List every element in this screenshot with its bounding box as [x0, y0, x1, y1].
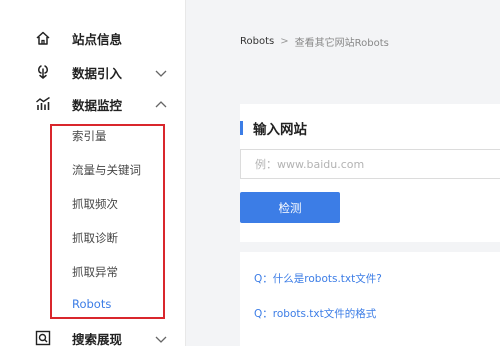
sidebar-item-label: 数据引入 — [72, 65, 123, 81]
sidebar-subitem-crawl-errors[interactable]: 抓取异常 — [72, 264, 118, 280]
breadcrumb-root[interactable]: Robots — [240, 36, 274, 47]
faq-list: Q：什么是robots.txt文件? Q：robots.txt文件的格式 — [240, 252, 500, 346]
faq-link-robots-format[interactable]: Q：robots.txt文件的格式 — [254, 306, 376, 321]
sidebar-item-label: 站点信息 — [72, 31, 123, 47]
sidebar-subitem-index[interactable]: 索引量 — [72, 128, 107, 144]
breadcrumb-current: 查看其它网站Robots — [294, 38, 389, 49]
sidebar-item-data-monitor[interactable]: 数据监控 — [0, 88, 186, 120]
chart-monitor-icon — [34, 95, 52, 113]
breadcrumb-separator: > — [280, 36, 289, 47]
search-display-icon — [34, 329, 52, 346]
sidebar-item-data-import[interactable]: 数据引入 — [0, 56, 186, 88]
chevron-down-icon[interactable] — [154, 65, 168, 79]
sidebar-subitem-crawl-diagnosis[interactable]: 抓取诊断 — [72, 230, 118, 246]
sidebar-item-search-display[interactable]: 搜索展现 — [0, 322, 186, 346]
sidebar-subitem-crawl-frequency[interactable]: 抓取频次 — [72, 196, 118, 212]
sidebar-item-label: 搜索展现 — [72, 331, 123, 346]
highlight-box — [50, 124, 165, 319]
site-url-input[interactable] — [240, 149, 500, 179]
breadcrumb: Robots > 查看其它网站Robots — [240, 34, 389, 49]
sidebar: 站点信息 数据引入 数据监控 索引量 流量与关键词 抓取频次 抓取诊断 抓取异常… — [0, 0, 186, 346]
sidebar-subitem-traffic-keywords[interactable]: 流量与关键词 — [72, 162, 141, 178]
sidebar-item-site-info[interactable]: 站点信息 — [0, 22, 186, 54]
faq-link-what-is-robots[interactable]: Q：什么是robots.txt文件? — [254, 271, 382, 286]
home-icon — [34, 29, 52, 47]
title-accent-bar — [240, 121, 243, 135]
main-content: Robots > 查看其它网站Robots 输入网站 检测 Q：什么是robot… — [187, 0, 500, 346]
check-button[interactable]: 检测 — [240, 192, 340, 223]
sidebar-item-label: 数据监控 — [72, 97, 123, 113]
section-title: 输入网站 — [240, 120, 307, 138]
section-title-text: 输入网站 — [253, 122, 307, 138]
chevron-up-icon[interactable] — [154, 97, 168, 111]
sidebar-subitem-robots[interactable]: Robots — [72, 297, 111, 311]
data-import-icon — [34, 63, 52, 81]
chevron-down-icon[interactable] — [154, 331, 168, 345]
site-input-card: 输入网站 检测 — [240, 104, 500, 242]
